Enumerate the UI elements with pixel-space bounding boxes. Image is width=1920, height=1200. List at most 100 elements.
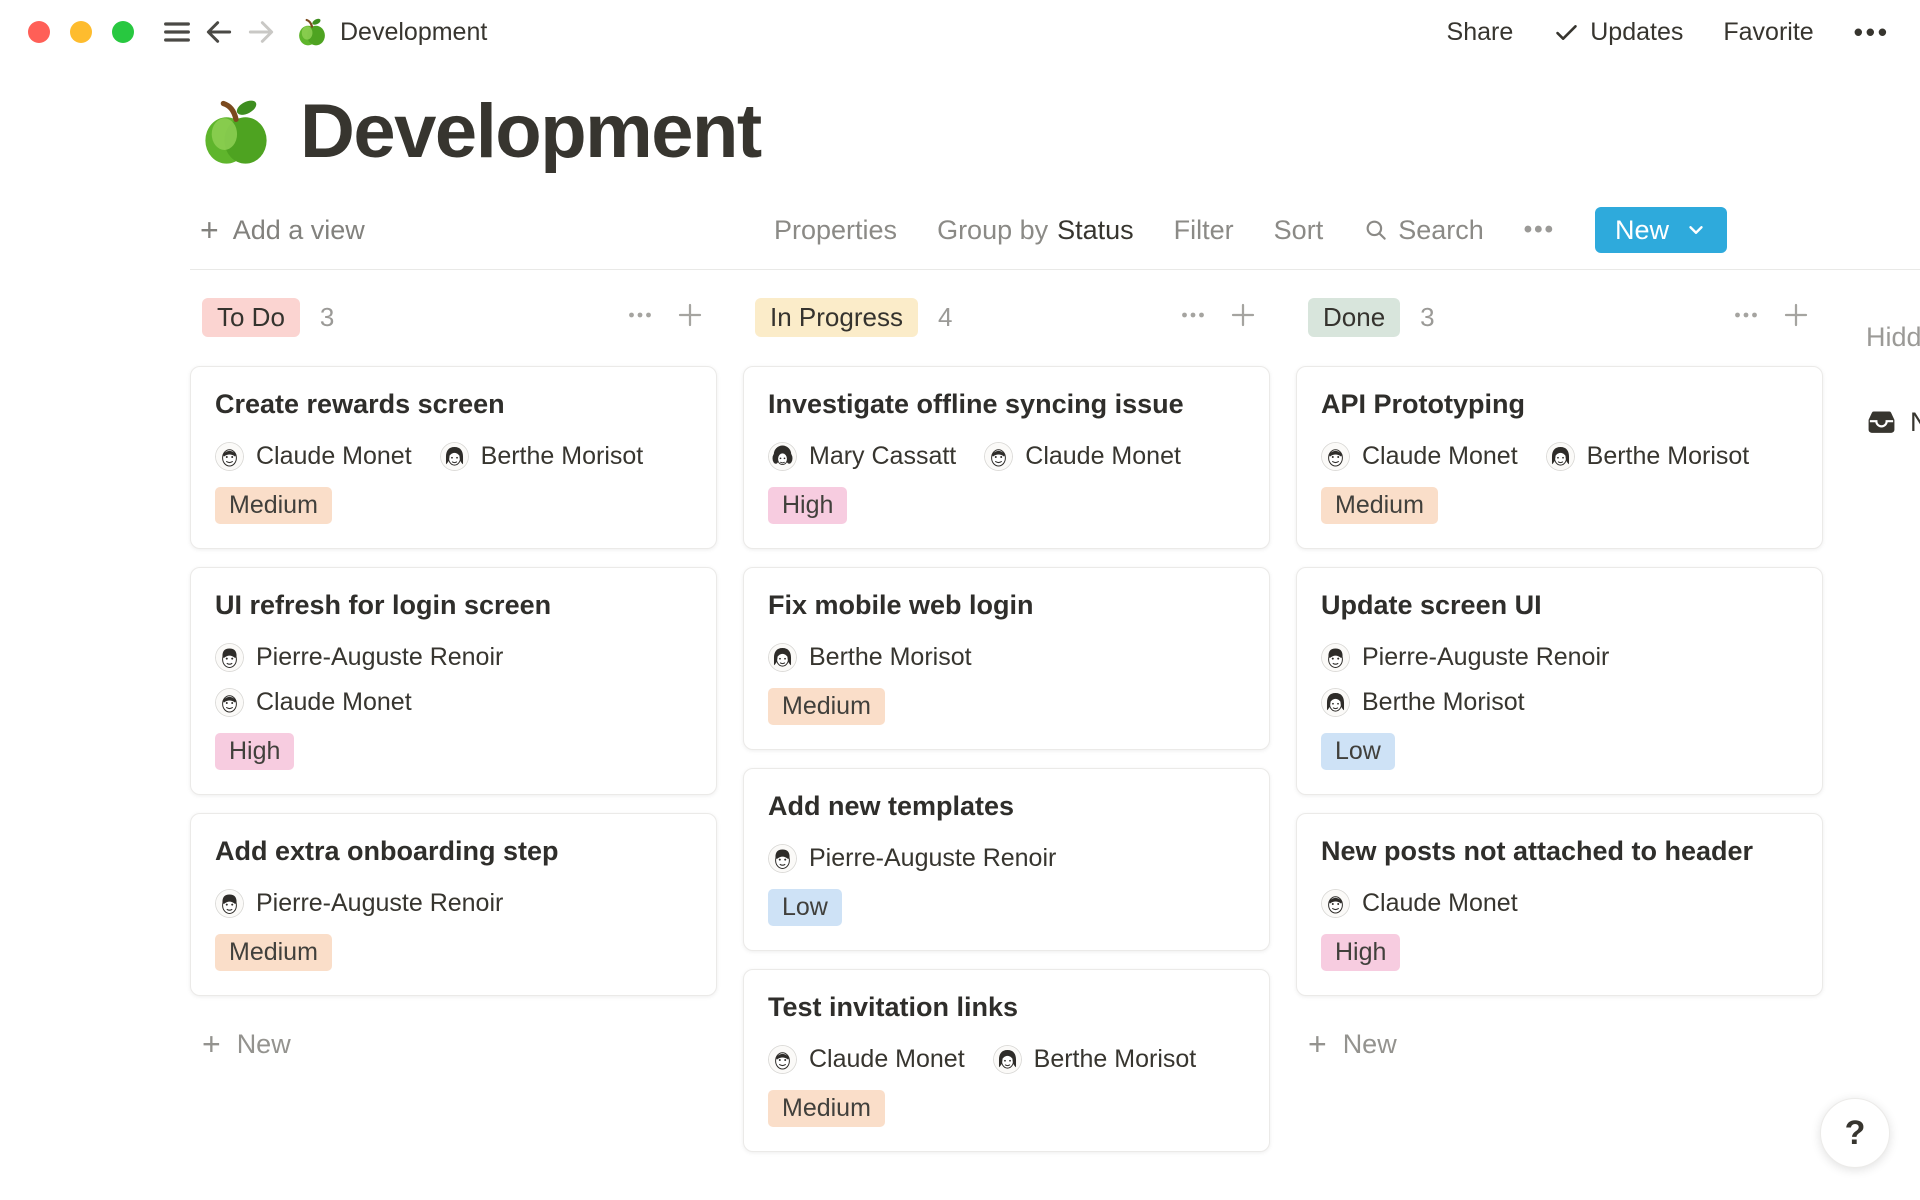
column-new-card-button[interactable]: +New [190, 1028, 303, 1060]
breadcrumb[interactable]: Development [296, 16, 487, 48]
properties-button[interactable]: Properties [774, 215, 897, 246]
assignee-name: Pierre-Auguste Renoir [256, 643, 503, 672]
column-status-chip[interactable]: Done [1308, 298, 1400, 337]
priority-badge: Low [768, 889, 842, 926]
column-more-button[interactable] [623, 298, 657, 337]
view-more-button[interactable]: ••• [1524, 216, 1555, 244]
card-assignee: Berthe Morisot [1321, 688, 1525, 717]
view-toolbar: + Add a view Properties Group by Status … [200, 207, 1920, 253]
card-title: Add extra onboarding step [215, 836, 692, 867]
column-add-button[interactable] [1228, 300, 1258, 335]
assignee-name: Claude Monet [256, 688, 412, 717]
page-title[interactable]: Development [300, 88, 761, 175]
more-options-button[interactable]: ••• [1854, 17, 1890, 48]
forward-button[interactable] [240, 11, 282, 53]
column-cards: Create rewards screen Claude Monet Berth… [190, 366, 717, 996]
card-assignee: Pierre-Auguste Renoir [768, 844, 1056, 873]
hidden-group-no-status[interactable]: No Status [1866, 407, 1920, 438]
column-add-button[interactable] [675, 300, 705, 335]
window-titlebar: Development Share Updates Favorite ••• [0, 0, 1920, 64]
group-by-button[interactable]: Group by Status [937, 215, 1134, 246]
column-cards: Investigate offline syncing issue Mary C… [743, 366, 1270, 1152]
ellipsis-icon: ••• [1854, 17, 1890, 47]
column-more-button[interactable] [1729, 298, 1763, 337]
column-header-actions [1729, 298, 1811, 337]
inbox-icon [1866, 407, 1897, 438]
hidden-columns-label[interactable]: Hidden columns [1866, 322, 1920, 353]
avatar-claude-monet [215, 688, 244, 717]
priority-badge: High [1321, 934, 1400, 971]
board-card[interactable]: API Prototyping Claude Monet Berthe Mori… [1296, 366, 1823, 549]
column-header: To Do 3 [190, 298, 717, 336]
card-assignees: Pierre-Auguste Renoir [215, 889, 692, 918]
board-card[interactable]: Investigate offline syncing issue Mary C… [743, 366, 1270, 549]
avatar-berthe-morisot [440, 442, 469, 471]
card-title: UI refresh for login screen [215, 590, 692, 621]
minimize-window-button[interactable] [70, 21, 92, 43]
page-title-emoji-icon[interactable] [198, 94, 274, 170]
question-mark-icon: ? [1845, 1114, 1866, 1153]
board-card[interactable]: Update screen UI Pierre-Auguste Renoir B… [1296, 567, 1823, 795]
zoom-window-button[interactable] [112, 21, 134, 43]
board-card[interactable]: New posts not attached to header Claude … [1296, 813, 1823, 996]
avatar-pierre-auguste-renoir [1321, 643, 1350, 672]
column-header-actions [1176, 298, 1258, 337]
column-new-card-button[interactable]: +New [1296, 1028, 1409, 1060]
updates-button[interactable]: Updates [1553, 18, 1683, 47]
assignee-name: Mary Cassatt [809, 442, 956, 471]
assignee-name: Claude Monet [1025, 442, 1181, 471]
column-header-actions [623, 298, 705, 337]
priority-badge: Medium [768, 1090, 885, 1127]
help-button[interactable]: ? [1820, 1098, 1890, 1168]
board-card[interactable]: Fix mobile web login Berthe MorisotMediu… [743, 567, 1270, 750]
assignee-name: Berthe Morisot [1587, 442, 1750, 471]
plus-icon: + [200, 214, 219, 246]
avatar-claude-monet [984, 442, 1013, 471]
card-assignees: Berthe Morisot [768, 643, 1245, 672]
close-window-button[interactable] [28, 21, 50, 43]
sort-button[interactable]: Sort [1274, 215, 1324, 246]
filter-button[interactable]: Filter [1174, 215, 1234, 246]
ellipsis-icon [1729, 298, 1763, 332]
ellipsis-icon [1176, 298, 1210, 332]
avatar-pierre-auguste-renoir [768, 844, 797, 873]
assignee-name: Berthe Morisot [481, 442, 644, 471]
column-count: 3 [320, 302, 334, 333]
card-assignee: Claude Monet [1321, 442, 1518, 471]
avatar-pierre-auguste-renoir [215, 643, 244, 672]
card-assignee: Pierre-Auguste Renoir [215, 643, 503, 672]
page-emoji-icon [296, 16, 328, 48]
card-assignees: Pierre-Auguste Renoir Berthe Morisot [1321, 643, 1798, 717]
board-card[interactable]: Add new templates Pierre-Auguste RenoirL… [743, 768, 1270, 951]
hidden-columns-section: Hidden columns No Status [1866, 322, 1920, 438]
column-add-button[interactable] [1781, 300, 1811, 335]
search-icon [1363, 217, 1389, 243]
assignee-name: Claude Monet [256, 442, 412, 471]
favorite-button[interactable]: Favorite [1723, 18, 1813, 47]
add-view-button[interactable]: + Add a view [200, 214, 365, 246]
plus-icon [675, 300, 705, 330]
board-card[interactable]: Add extra onboarding step Pierre-Auguste… [190, 813, 717, 996]
card-assignee: Claude Monet [1321, 889, 1518, 918]
card-assignees: Claude Monet [1321, 889, 1798, 918]
priority-badge: Medium [215, 934, 332, 971]
share-button[interactable]: Share [1447, 18, 1514, 47]
back-button[interactable] [198, 11, 240, 53]
board-card[interactable]: Test invitation links Claude Monet Berth… [743, 969, 1270, 1152]
search-button[interactable]: Search [1363, 215, 1484, 246]
avatar-pierre-auguste-renoir [215, 889, 244, 918]
new-card-label: New [237, 1029, 291, 1060]
new-page-button[interactable]: New [1595, 207, 1727, 253]
sidebar-toggle-button[interactable] [156, 11, 198, 53]
column-more-button[interactable] [1176, 298, 1210, 337]
card-assignees: Claude Monet Berthe Morisot [1321, 442, 1798, 471]
column-status-chip[interactable]: To Do [202, 298, 300, 337]
card-title: Update screen UI [1321, 590, 1798, 621]
column-status-chip[interactable]: In Progress [755, 298, 918, 337]
card-title: New posts not attached to header [1321, 836, 1798, 867]
column-header: Done3 [1296, 298, 1823, 336]
assignee-name: Berthe Morisot [1362, 688, 1525, 717]
board-card[interactable]: UI refresh for login screen Pierre-Augus… [190, 567, 717, 795]
board-card[interactable]: Create rewards screen Claude Monet Berth… [190, 366, 717, 549]
card-assignee: Pierre-Auguste Renoir [215, 889, 503, 918]
